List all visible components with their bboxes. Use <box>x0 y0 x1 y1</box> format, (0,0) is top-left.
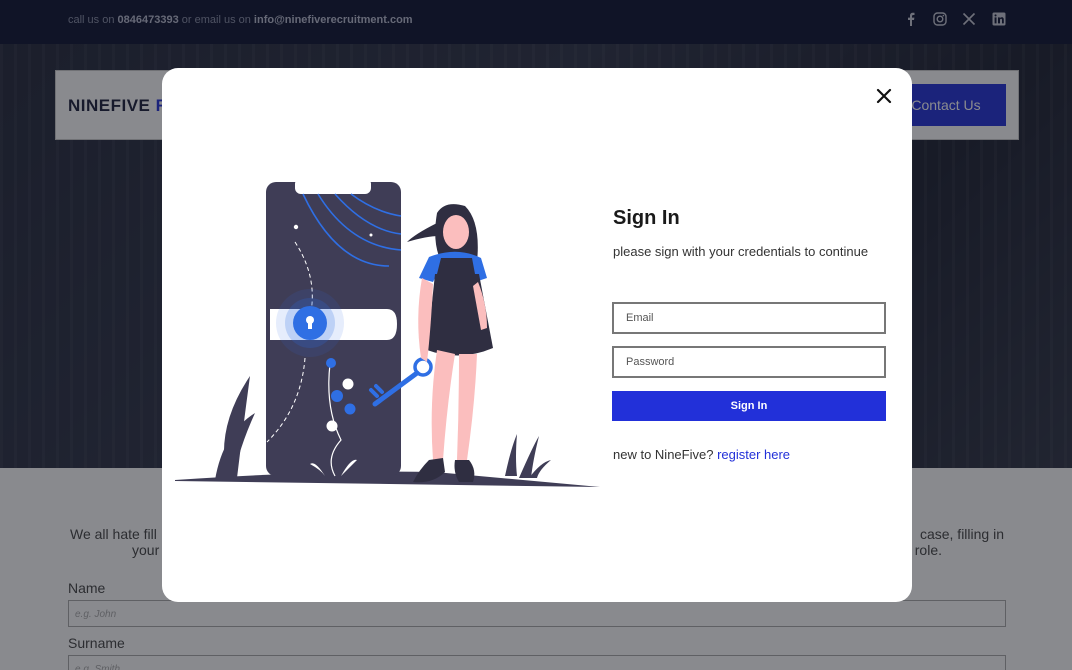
woman-leg-right <box>457 354 477 460</box>
sign-in-title: Sign In <box>613 207 680 229</box>
email-input[interactable] <box>612 302 886 334</box>
phone-notch <box>295 178 371 194</box>
plant-dot <box>342 378 354 390</box>
woman-overall-bib <box>437 258 475 274</box>
close-icon[interactable] <box>872 84 896 108</box>
register-prefix: new to NineFive? <box>613 447 718 462</box>
plant-dot <box>331 390 343 402</box>
register-link[interactable]: register here <box>717 447 790 462</box>
woman-face <box>443 215 469 249</box>
sign-in-button[interactable]: Sign In <box>612 391 886 421</box>
sign-in-subtitle: please sign with your credentials to con… <box>613 244 869 259</box>
secure-login-illustration <box>175 178 600 487</box>
grass-icon <box>505 434 517 476</box>
plant-dot <box>344 403 356 415</box>
plant-dot <box>326 358 336 368</box>
woman-hair-strand <box>407 223 439 242</box>
plant-dot <box>326 420 338 432</box>
woman-shoe-right <box>454 460 475 482</box>
password-input[interactable] <box>612 346 886 378</box>
keyhole-icon <box>308 321 312 329</box>
star-dot <box>369 233 373 237</box>
woman-leg-left <box>431 350 455 460</box>
star-dot <box>293 224 299 230</box>
register-prompt: new to NineFive? register here <box>613 447 790 462</box>
